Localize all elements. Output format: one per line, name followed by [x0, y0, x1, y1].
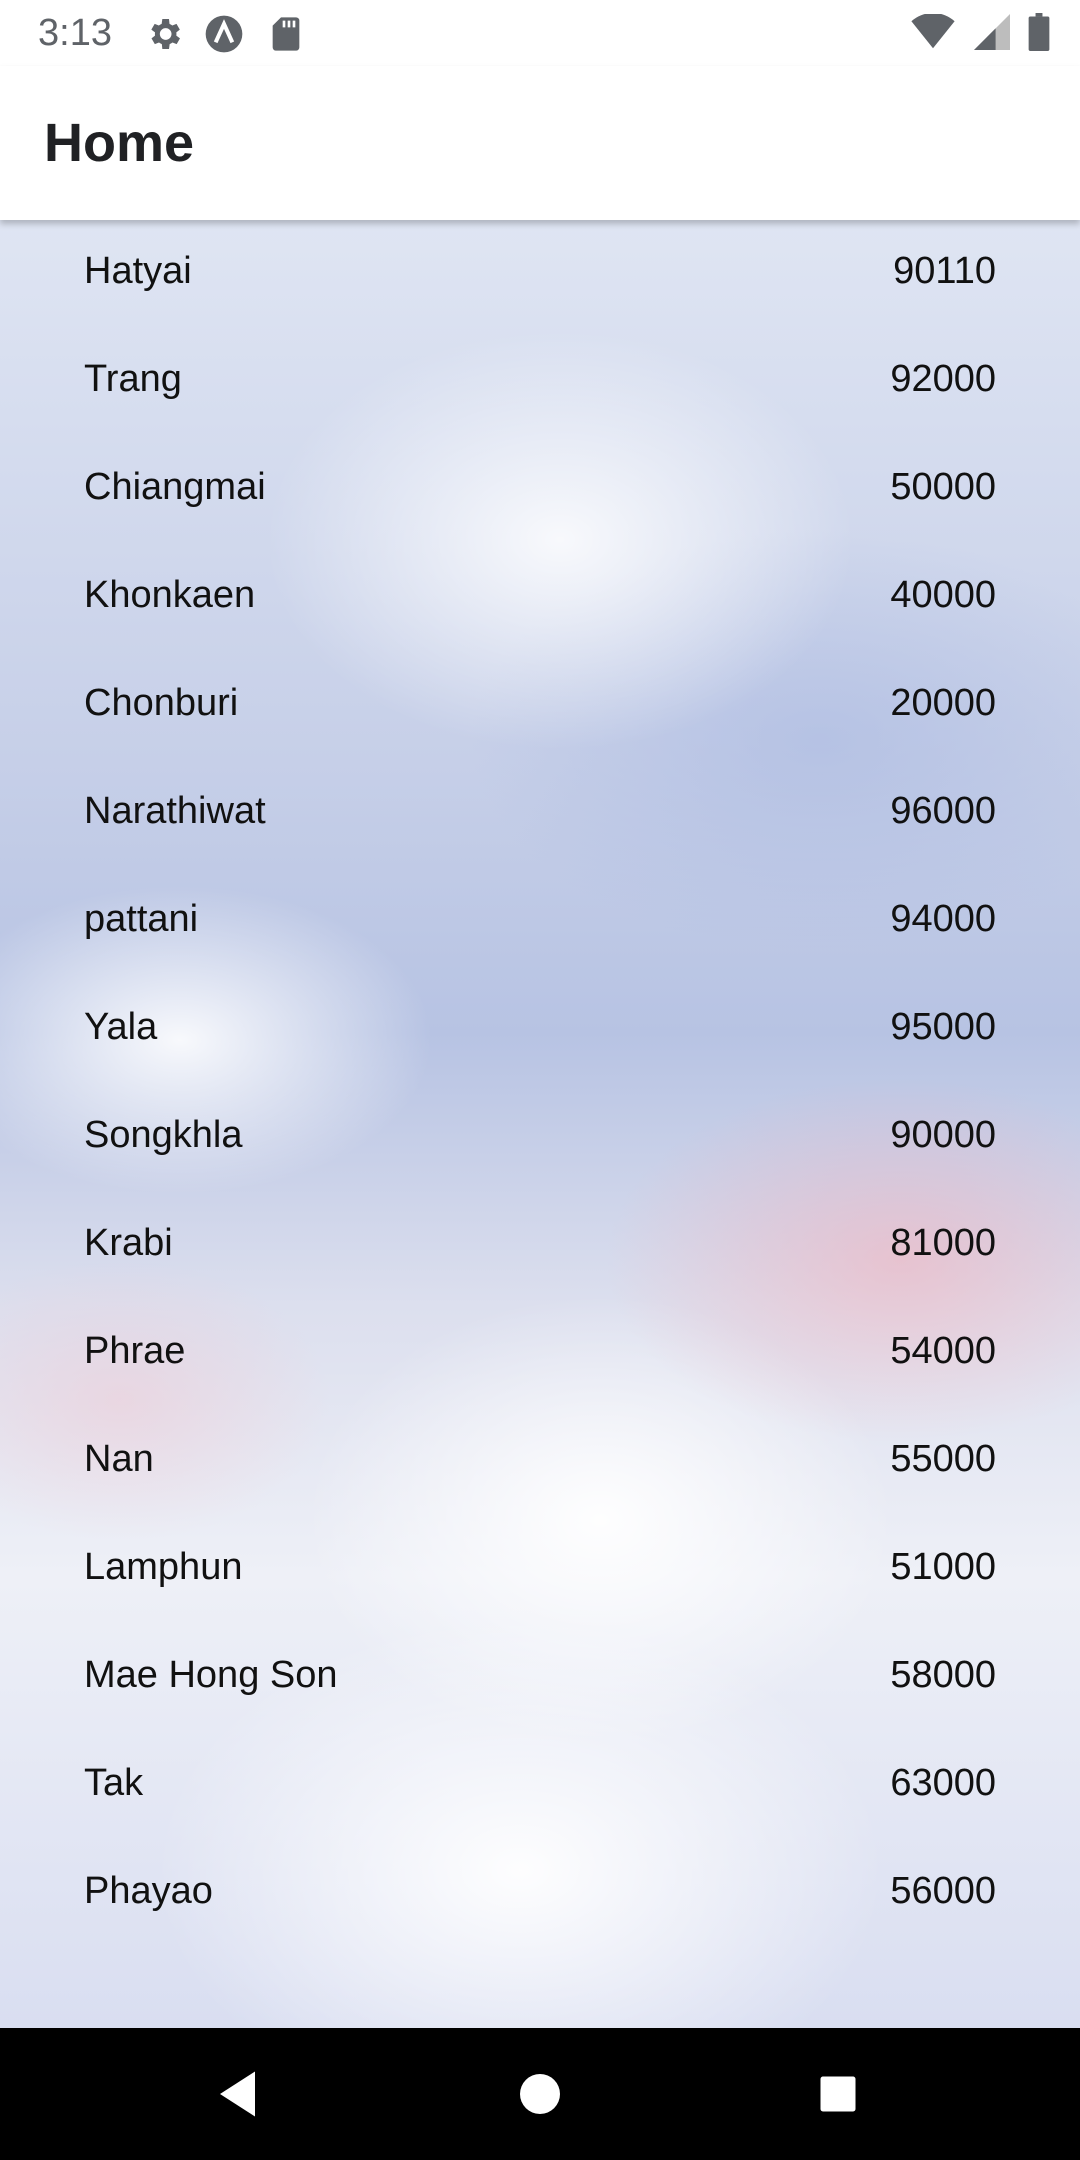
list-item-name: Phayao: [84, 1870, 213, 1912]
navigation-bar: [0, 2028, 1080, 2160]
signal-icon: [974, 13, 1010, 55]
list-item-name: Khonkaen: [84, 574, 256, 616]
status-time: 3:13: [38, 12, 112, 54]
list-item-name: Narathiwat: [84, 790, 266, 832]
list-item-name: Chiangmai: [84, 466, 266, 508]
list-item-name: Krabi: [84, 1222, 173, 1264]
battery-icon: [1028, 12, 1050, 56]
list-item-name: Mae Hong Son: [84, 1654, 338, 1696]
list-item-name: pattani: [84, 898, 199, 940]
status-right-icons: [910, 12, 1050, 56]
list-item[interactable]: Tak 63000: [0, 1732, 1080, 1840]
list-item-code: 54000: [890, 1330, 996, 1372]
status-bar: 3:13: [0, 0, 1080, 66]
wifi-icon: [910, 12, 956, 55]
home-icon[interactable]: [510, 2064, 570, 2124]
list-item-code: 55000: [890, 1438, 996, 1480]
list-item[interactable]: Chiangmai 50000: [0, 436, 1080, 544]
list-item-code: 90110: [893, 250, 996, 292]
list-item-code: 81000: [890, 1222, 996, 1264]
list-item[interactable]: Khonkaen 40000: [0, 544, 1080, 652]
list-item[interactable]: Mae Hong Son 58000: [0, 1624, 1080, 1732]
location-list: Hatyai 90110 Trang 92000 Chiangmai 50000 Kh…: [0, 220, 1080, 1948]
list-item[interactable]: Narathiwat 96000: [0, 760, 1080, 868]
list-item-name: Nan: [84, 1438, 154, 1480]
list-item-name: Chonburi: [84, 682, 239, 724]
list-item-name: Phrae: [84, 1330, 186, 1372]
settings-icon: [144, 14, 184, 54]
app-bar: Home: [0, 66, 1080, 220]
list-item[interactable]: Trang 92000: [0, 328, 1080, 436]
list-item[interactable]: Chonburi 20000: [0, 652, 1080, 760]
list-item-code: 63000: [890, 1762, 996, 1804]
list-item-code: 50000: [890, 466, 996, 508]
list-item[interactable]: Hatyai 90110: [0, 220, 1080, 328]
list-item[interactable]: pattani 94000: [0, 868, 1080, 976]
a-icon: [204, 14, 244, 54]
list-item[interactable]: Krabi 81000: [0, 1192, 1080, 1300]
list-item-name: Trang: [84, 358, 182, 400]
list-item-code: 56000: [890, 1870, 996, 1912]
list-item-name: Hatyai: [84, 250, 192, 292]
list-item-code: 90000: [890, 1114, 996, 1156]
sd-card-icon: [266, 14, 306, 54]
list-item[interactable]: Songkhla 90000: [0, 1084, 1080, 1192]
recents-icon[interactable]: [808, 2064, 868, 2124]
list-item-code: 95000: [890, 1006, 996, 1048]
list-item[interactable]: Phayao 56000: [0, 1840, 1080, 1948]
list-item[interactable]: Yala 95000: [0, 976, 1080, 1084]
list-item-code: 94000: [890, 898, 996, 940]
content-area[interactable]: Hatyai 90110 Trang 92000 Chiangmai 50000 Kh…: [0, 220, 1080, 2028]
page-title: Home: [44, 113, 195, 173]
list-item-code: 40000: [890, 574, 996, 616]
list-item-code: 58000: [890, 1654, 996, 1696]
list-item[interactable]: Phrae 54000: [0, 1300, 1080, 1408]
list-item-code: 51000: [890, 1546, 996, 1588]
list-item-code: 92000: [890, 358, 996, 400]
back-icon[interactable]: [210, 2064, 270, 2124]
list-item-code: 20000: [890, 682, 996, 724]
list-item-code: 96000: [890, 790, 996, 832]
list-item-name: Lamphun: [84, 1546, 243, 1588]
list-item[interactable]: Lamphun 51000: [0, 1516, 1080, 1624]
list-item-name: Tak: [84, 1762, 144, 1804]
list-item[interactable]: Nan 55000: [0, 1408, 1080, 1516]
list-item-name: Yala: [84, 1006, 158, 1048]
list-item-name: Songkhla: [84, 1114, 243, 1156]
